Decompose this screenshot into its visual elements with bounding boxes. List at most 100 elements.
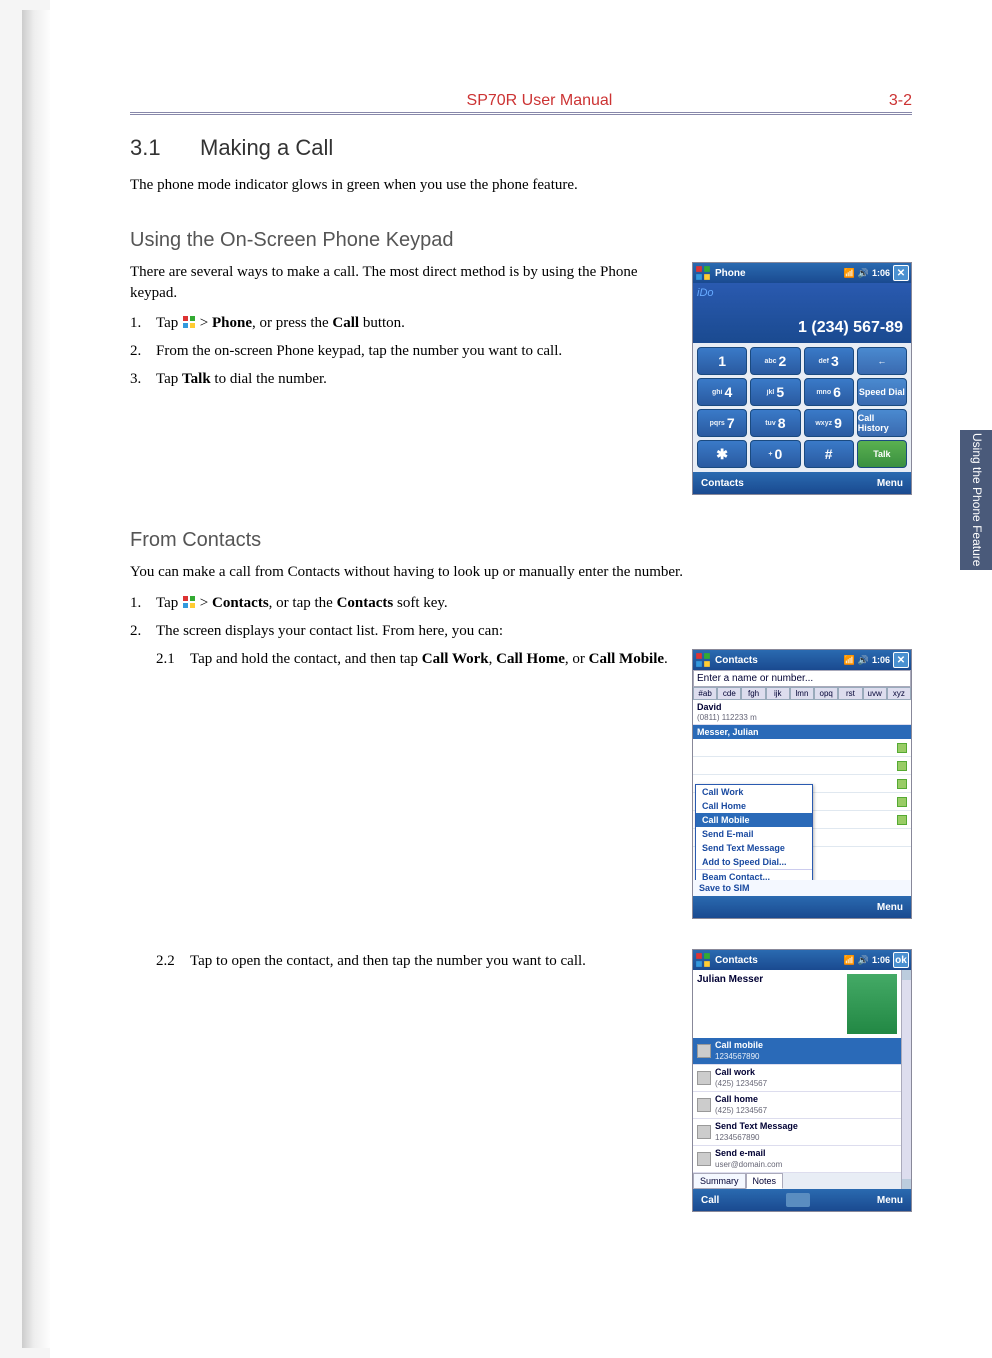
menu-item-call-home[interactable]: Call Home (696, 799, 812, 813)
alpha-tab[interactable]: uvw (863, 687, 887, 700)
alpha-tab[interactable]: #ab (693, 687, 717, 700)
key-1[interactable]: 1 (697, 347, 747, 375)
alpha-tab[interactable]: fgh (741, 687, 765, 700)
chapter-tab: Using the Phone Feature (960, 430, 992, 570)
key-9[interactable]: wxyz9 (804, 409, 854, 437)
action-call-home[interactable]: Call home(425) 1234567 (693, 1092, 901, 1119)
sip-button[interactable] (786, 1193, 810, 1207)
keypad-intro: There are several ways to make a call. T… (130, 262, 672, 303)
softkey-menu[interactable]: Menu (877, 902, 903, 913)
substep-num: 2.1 (156, 649, 190, 669)
speaker-icon: 🔊 (858, 655, 869, 666)
alpha-tab[interactable]: rst (838, 687, 862, 700)
chapter-tab-label: Using the Phone Feature (968, 433, 984, 566)
key-3[interactable]: def3 (804, 347, 854, 375)
titlebar: Contacts 📶 🔊 1:06 ✕ (693, 650, 911, 670)
step-num: 3. (130, 369, 156, 389)
scroll-down-icon[interactable] (902, 1179, 911, 1189)
menu-item-speed-dial[interactable]: Add to Speed Dial... (696, 855, 812, 869)
scrollbar[interactable] (901, 970, 911, 1189)
contact-list: David (0811) 112233 m Messer, Julian Cal… (693, 700, 911, 880)
contact-row-selected[interactable]: Messer, Julian (693, 725, 911, 739)
key-0[interactable]: +0 (750, 440, 800, 468)
windows-start-icon[interactable] (695, 265, 711, 281)
alpha-tab[interactable]: opq (814, 687, 838, 700)
windows-start-icon[interactable] (695, 652, 711, 668)
key-7[interactable]: pqrs7 (697, 409, 747, 437)
close-button[interactable]: ✕ (893, 652, 909, 668)
windows-start-icon[interactable] (695, 952, 711, 968)
section-intro: The phone mode indicator glows in green … (130, 175, 912, 195)
action-call-work[interactable]: Call work(425) 1234567 (693, 1065, 901, 1092)
menu-item-send-text[interactable]: Send Text Message (696, 841, 812, 855)
contacts-steps: 1. Tap > Contacts, or tap the Contacts s… (130, 593, 912, 642)
step-text: Tap Talk to dial the number. (156, 369, 672, 389)
substep-text: Tap to open the contact, and then tap th… (190, 951, 672, 971)
scroll-up-icon[interactable] (902, 970, 911, 980)
windows-start-icon (182, 315, 196, 329)
alpha-tab[interactable]: ijk (766, 687, 790, 700)
step-num: 1. (130, 313, 156, 333)
key-hash[interactable]: # (804, 440, 854, 468)
status-icons: 📶 🔊 1:06 (844, 268, 890, 279)
email-icon (697, 1152, 711, 1166)
alpha-tab[interactable]: lmn (790, 687, 814, 700)
context-menu: Call Work Call Home Call Mobile Send E-m… (695, 784, 813, 880)
page-number: 3-2 (889, 92, 912, 110)
alpha-tabs[interactable]: #ab cde fgh ijk lmn opq rst uvw xyz (693, 687, 911, 700)
softkey-menu[interactable]: Menu (877, 1195, 903, 1206)
softkey-bar: Menu (693, 896, 911, 918)
softkey-contacts[interactable]: Contacts (701, 478, 744, 489)
dial-display-wrap: iDo 1 (234) 567-89 (693, 283, 911, 343)
sim-icon (897, 761, 907, 771)
search-input[interactable]: Enter a name or number... (693, 670, 911, 687)
key-call-history[interactable]: Call History (857, 409, 907, 437)
tab-summary[interactable]: Summary (693, 1173, 746, 1189)
substep-num: 2.2 (156, 951, 190, 971)
key-5[interactable]: jkl5 (750, 378, 800, 406)
step-text: The screen displays your contact list. F… (156, 621, 912, 641)
menu-item-call-mobile[interactable]: Call Mobile (696, 813, 812, 827)
contact-row[interactable] (693, 739, 911, 757)
alpha-tab[interactable]: xyz (887, 687, 911, 700)
clock-text: 1:06 (872, 955, 890, 965)
key-speed-dial[interactable]: Speed Dial (857, 378, 907, 406)
key-star[interactable]: ✱ (697, 440, 747, 468)
clock-text: 1:06 (872, 655, 890, 665)
page-content: SP70R User Manual 3-2 3.1Making a Call T… (50, 0, 992, 1358)
softkey-menu[interactable]: Menu (877, 478, 903, 489)
action-call-mobile[interactable]: Call mobile1234567890 (693, 1038, 901, 1065)
keypad-two-col: There are several ways to make a call. T… (130, 262, 912, 495)
key-talk[interactable]: Talk (857, 440, 907, 468)
speaker-icon: 🔊 (858, 955, 869, 966)
contact-detail-screenshot: Contacts 📶 🔊 1:06 ok Julian Messer (692, 949, 912, 1212)
softkey-call[interactable]: Call (701, 1195, 719, 1206)
save-to-sim-link[interactable]: Save to SIM (693, 880, 911, 896)
page-header: SP70R User Manual 3-2 (130, 0, 912, 115)
contact-photo (847, 974, 897, 1034)
signal-icon: 📶 (844, 655, 855, 666)
contact-row[interactable] (693, 757, 911, 775)
contact-row[interactable]: David (0811) 112233 m (693, 700, 911, 725)
menu-item-send-email[interactable]: Send E-mail (696, 827, 812, 841)
tab-notes[interactable]: Notes (746, 1173, 784, 1189)
close-button[interactable]: ✕ (893, 265, 909, 281)
ok-button[interactable]: ok (893, 952, 909, 968)
key-8[interactable]: tuv8 (750, 409, 800, 437)
key-6[interactable]: mno6 (804, 378, 854, 406)
step-text: From the on-screen Phone keypad, tap the… (156, 341, 672, 361)
key-4[interactable]: ghi4 (697, 378, 747, 406)
substep-text: Tap and hold the contact, and then tap C… (190, 649, 672, 669)
alpha-tab[interactable]: cde (717, 687, 741, 700)
key-backspace[interactable]: ← (857, 347, 907, 375)
dialed-number: 1 (234) 567-89 (693, 283, 911, 343)
menu-item-beam[interactable]: Beam Contact... (696, 870, 812, 880)
action-send-email[interactable]: Send e-mailuser@domain.com (693, 1146, 901, 1173)
key-2[interactable]: abc2 (750, 347, 800, 375)
action-send-text[interactable]: Send Text Message1234567890 (693, 1119, 901, 1146)
windows-start-icon (182, 595, 196, 609)
phone-keypad-screenshot: Phone 📶 🔊 1:06 ✕ iDo 1 (234) 567-89 1 ab… (692, 262, 912, 495)
menu-item-call-work[interactable]: Call Work (696, 785, 812, 799)
section-number: 3.1 (130, 135, 200, 161)
contacts-intro: You can make a call from Contacts withou… (130, 562, 912, 582)
